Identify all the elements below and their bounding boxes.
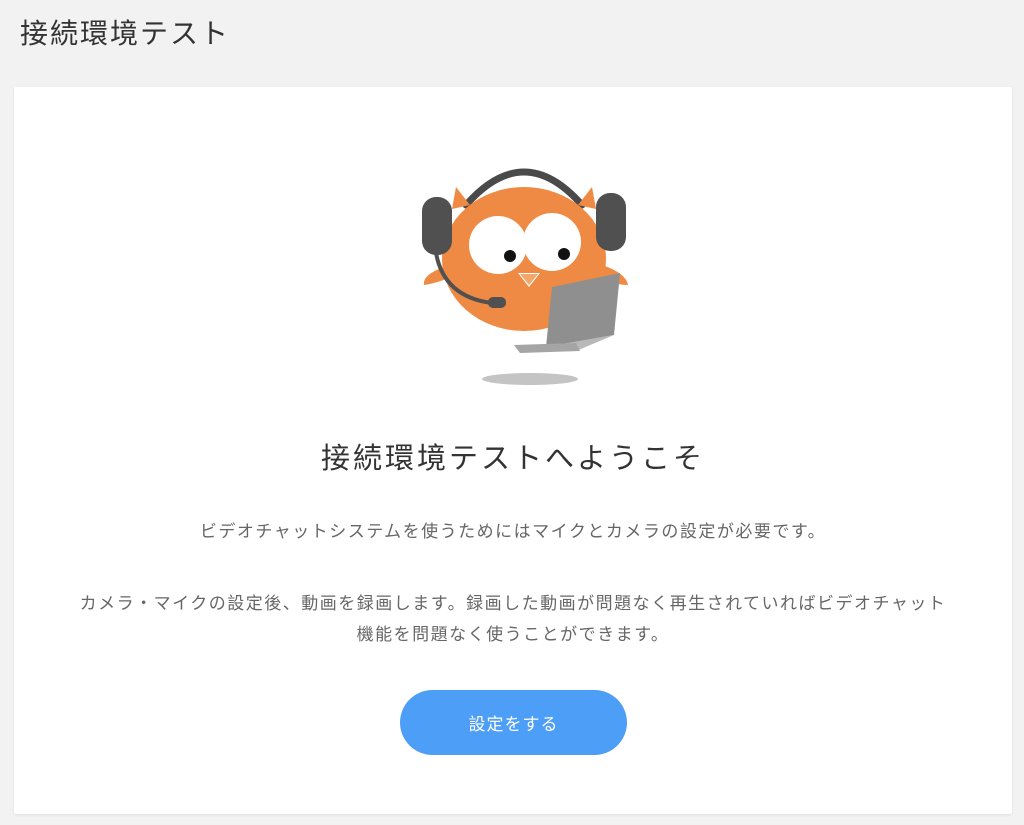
welcome-card: 接続環境テストへようこそ ビデオチャットシステムを使うためにはマイクとカメラの設… — [14, 87, 1012, 814]
owl-mascot-icon — [422, 168, 628, 385]
setup-button[interactable]: 設定をする — [400, 690, 627, 755]
description-recording: カメラ・マイクの設定後、動画を録画します。録画した動画が問題なく再生されていれば… — [79, 594, 947, 645]
description-mic-camera: ビデオチャットシステムを使うためにはマイクとカメラの設定が必要です。 — [199, 522, 827, 542]
page-title: 接続環境テスト — [20, 17, 231, 50]
welcome-heading: 接続環境テストへようこそ — [320, 441, 705, 475]
